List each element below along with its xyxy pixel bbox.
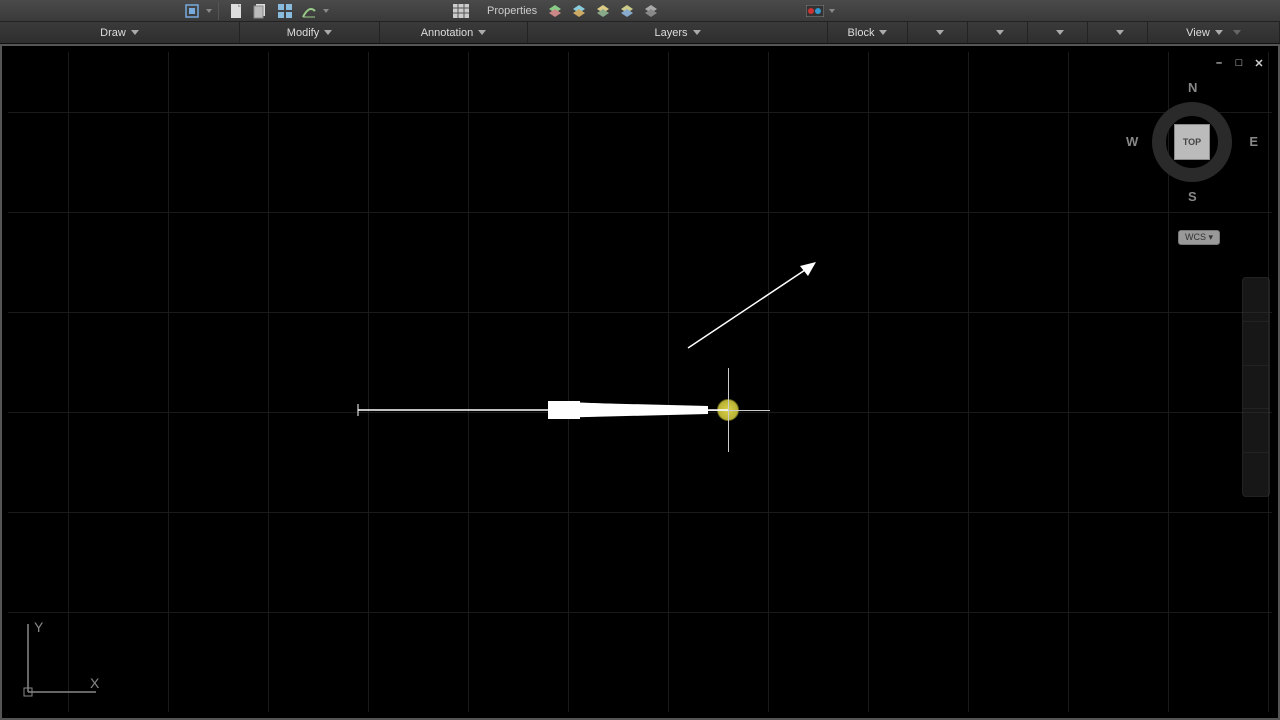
chevron-down-icon xyxy=(478,30,486,35)
drawing-area-frame: – □ ✕ xyxy=(0,44,1280,720)
layer-state-4-icon[interactable] xyxy=(617,2,637,20)
tab-label: Layers xyxy=(654,27,687,39)
new-doc-icon[interactable] xyxy=(227,2,247,20)
grid-icon[interactable] xyxy=(275,2,295,20)
table-icon[interactable] xyxy=(451,2,471,20)
tab-layers[interactable]: Layers xyxy=(528,22,828,43)
tab-annotation[interactable]: Annotation xyxy=(380,22,528,43)
chevron-down-icon xyxy=(879,30,887,35)
layer-state-3-icon[interactable] xyxy=(593,2,613,20)
viewport-window-controls: – □ ✕ xyxy=(1212,56,1266,70)
compass-w[interactable]: W xyxy=(1126,134,1138,149)
expand-icon xyxy=(1233,30,1241,35)
chevron-down-icon xyxy=(693,30,701,35)
chevron-down-icon xyxy=(324,30,332,35)
navigation-bar xyxy=(1242,277,1270,497)
chevron-down-icon xyxy=(1215,30,1223,35)
tab-draw[interactable]: Draw xyxy=(0,22,240,43)
nav-wheel-icon[interactable] xyxy=(1243,278,1269,322)
nav-showmotion-icon[interactable] xyxy=(1243,453,1269,496)
nav-zoom-icon[interactable] xyxy=(1243,366,1269,410)
minimize-icon[interactable]: – xyxy=(1212,56,1226,70)
chevron-down-icon xyxy=(1056,30,1064,35)
compass-s[interactable]: S xyxy=(1188,189,1197,204)
measure-icon[interactable] xyxy=(299,2,319,20)
tab-minor-4[interactable] xyxy=(1088,22,1148,43)
tab-view[interactable]: View xyxy=(1148,22,1280,43)
properties-label: Properties xyxy=(487,5,537,17)
ucs-icon: Y X xyxy=(16,614,106,704)
compass-e[interactable]: E xyxy=(1249,134,1258,149)
layer-state-1-icon[interactable] xyxy=(545,2,565,20)
nav-pan-icon[interactable] xyxy=(1243,322,1269,366)
chevron-down-icon xyxy=(131,30,139,35)
separator xyxy=(218,2,219,20)
wcs-button[interactable]: WCS ▾ xyxy=(1178,230,1220,245)
ucs-x-label: X xyxy=(90,675,100,691)
tab-label: Annotation xyxy=(421,27,474,39)
compass-n[interactable]: N xyxy=(1188,80,1197,95)
tab-minor-1[interactable] xyxy=(908,22,968,43)
tab-label: Modify xyxy=(287,27,319,39)
viewcube-face-label: TOP xyxy=(1183,137,1201,147)
bylayer-icon[interactable] xyxy=(805,2,825,20)
viewcube-face-top[interactable]: TOP xyxy=(1174,124,1210,160)
ribbon-toolbar: Properties xyxy=(0,0,1280,22)
drawing-content xyxy=(8,52,1272,712)
bylayer-dropdown-icon[interactable] xyxy=(829,9,835,13)
select-dropdown-icon[interactable] xyxy=(206,9,212,13)
select-window-icon[interactable] xyxy=(182,2,202,20)
chevron-down-icon xyxy=(936,30,944,35)
tab-minor-2[interactable] xyxy=(968,22,1028,43)
tab-label: Draw xyxy=(100,27,126,39)
layer-state-5-icon[interactable] xyxy=(641,2,661,20)
chevron-down-icon xyxy=(996,30,1004,35)
tab-label: Block xyxy=(848,27,875,39)
nav-orbit-icon[interactable] xyxy=(1243,409,1269,453)
close-icon[interactable]: ✕ xyxy=(1252,56,1266,70)
drawing-canvas[interactable]: – □ ✕ xyxy=(8,52,1272,712)
copy-doc-icon[interactable] xyxy=(251,2,271,20)
maximize-icon[interactable]: □ xyxy=(1232,56,1246,70)
tab-label: View xyxy=(1186,27,1210,39)
tab-block[interactable]: Block xyxy=(828,22,908,43)
wcs-label: WCS xyxy=(1185,232,1206,242)
layer-state-2-icon[interactable] xyxy=(569,2,589,20)
view-cube[interactable]: TOP N S W E xyxy=(1132,82,1252,202)
panel-tabs: Draw Modify Annotation Layers Block View xyxy=(0,22,1280,44)
measure-dropdown-icon[interactable] xyxy=(323,9,329,13)
ucs-y-label: Y xyxy=(34,619,44,635)
tab-modify[interactable]: Modify xyxy=(240,22,380,43)
tab-minor-3[interactable] xyxy=(1028,22,1088,43)
chevron-down-icon xyxy=(1116,30,1124,35)
